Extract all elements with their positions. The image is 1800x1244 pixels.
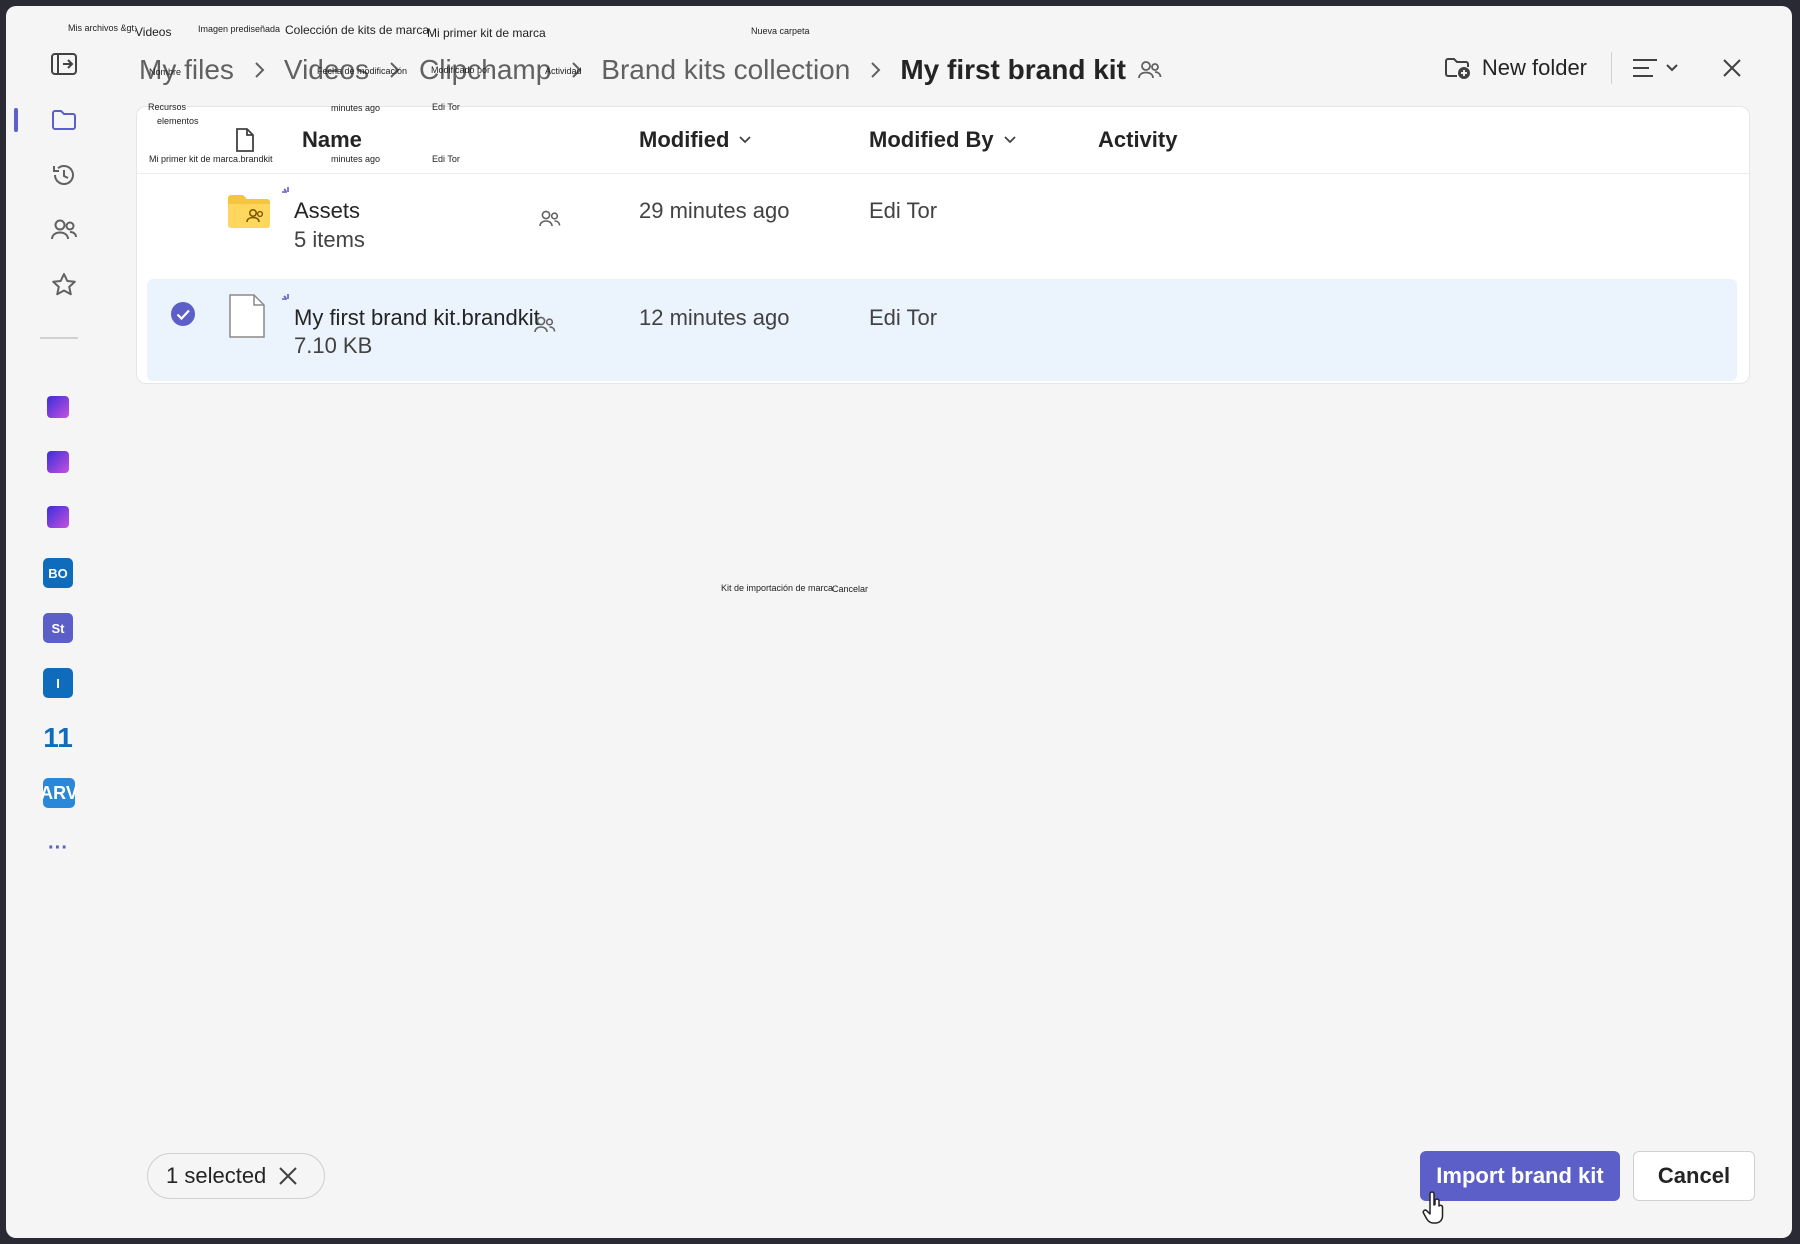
left-rail: BO St I 11 ARV ···	[6, 6, 110, 1238]
overlay-label: Videos	[135, 25, 172, 39]
column-header-label: Modified By	[869, 127, 994, 152]
shared-icon[interactable]	[40, 208, 88, 252]
chevron-down-icon	[1666, 64, 1678, 72]
new-folder-button[interactable]: New folder	[1434, 48, 1597, 88]
row-subtitle: 5 items	[294, 227, 365, 252]
close-button[interactable]	[1712, 48, 1752, 88]
app-tile-label: ARV	[40, 782, 78, 803]
column-header-activity: Activity	[1098, 107, 1177, 173]
overlay-label: Cancelar	[832, 584, 869, 594]
column-header-modified[interactable]: Modified	[639, 107, 752, 173]
chevron-down-icon	[1004, 136, 1016, 144]
table-row[interactable]: Assets 5 items 29 minutes ago Edi Tor	[147, 175, 1737, 277]
overlay-label: Edi Tor	[432, 102, 460, 112]
new-folder-label: New folder	[1481, 55, 1587, 80]
column-header-label: Modified	[639, 127, 730, 152]
overlay-label: Mi primer kit de marca.brandkit	[149, 154, 273, 164]
breadcrumb: My files Videos Clipchamp Brand kits col…	[133, 48, 1162, 92]
clipchamp-app-icon[interactable]	[47, 396, 69, 418]
favorites-star-icon[interactable]	[40, 263, 88, 307]
clipchamp-app-icon[interactable]	[47, 451, 69, 473]
active-indicator	[14, 108, 18, 132]
hand-pointer-icon	[1422, 1191, 1446, 1230]
overlay-label: minutes ago	[331, 103, 381, 113]
column-header-modified-by[interactable]: Modified By	[869, 107, 1016, 173]
row-name[interactable]: My first brand kit.brandkit	[294, 305, 540, 331]
app-tile-label: BO	[48, 565, 68, 581]
overlay-label: Nombre	[149, 67, 182, 77]
more-apps-button[interactable]: ···	[43, 833, 73, 863]
clipchamp-app-icon[interactable]	[47, 506, 69, 528]
row-modified: 12 minutes ago	[639, 305, 790, 330]
chevron-down-icon	[739, 136, 752, 144]
overlay-label: Fecha de modificación	[317, 66, 408, 76]
app-tile-label: St	[51, 620, 65, 636]
app-tile-arv[interactable]: ARV	[40, 778, 78, 808]
overlay-label: Nueva carpeta	[751, 26, 810, 36]
row-modified-by: Edi Tor	[869, 305, 938, 330]
view-options-button[interactable]	[1626, 48, 1684, 88]
breadcrumb-current: My first brand kit	[900, 54, 1126, 85]
app-tile-label: 11	[43, 722, 73, 753]
selection-pill[interactable]: 1 selected	[147, 1153, 325, 1199]
overlay-label: Edi Tor	[432, 154, 460, 164]
file-icon	[228, 293, 266, 344]
import-brand-kit-button[interactable]: Import brand kit	[1420, 1151, 1620, 1201]
row-modified: 29 minutes ago	[639, 198, 790, 223]
row-name[interactable]: Assets	[294, 198, 360, 224]
chevron-right-icon	[246, 57, 272, 83]
row-subtitle: 7.10 KB	[294, 333, 373, 358]
add-folder-icon	[1444, 56, 1472, 80]
column-header-label: Activity	[1098, 127, 1178, 152]
recent-icon[interactable]	[40, 153, 88, 197]
new-item-sparkle-icon	[281, 293, 295, 312]
overlay-label: Mis archivos &gt;	[68, 23, 137, 33]
new-item-sparkle-icon	[281, 186, 295, 205]
file-picker-dialog: BO St I 11 ARV ··· Mis archivos &gt; Vid…	[6, 6, 1792, 1238]
clear-selection-icon[interactable]	[278, 1166, 298, 1186]
column-header-label: Name	[302, 127, 362, 152]
shared-people-icon	[1138, 59, 1162, 81]
overlay-label: Modificado por	[431, 65, 491, 75]
table-row[interactable]: My first brand kit.brandkit 7.10 KB 12 m…	[147, 279, 1737, 381]
my-files-icon[interactable]	[40, 98, 88, 142]
toolbar-divider	[1611, 52, 1612, 84]
checkmark-circle-icon[interactable]	[170, 301, 196, 332]
overlay-label: Kit de importación de marca	[721, 583, 834, 593]
app-tile-label: I	[56, 675, 60, 691]
selected-count: 1 selected	[166, 1163, 267, 1188]
overlay-label: minutes ago	[331, 154, 381, 164]
chevron-right-icon	[862, 57, 888, 83]
overlay-label: Mi primer kit de marca	[427, 26, 546, 40]
overlay-label: elementos	[157, 116, 199, 126]
file-list: Name Modified Modified By Activity Asset…	[136, 106, 1750, 384]
shared-people-icon	[534, 315, 556, 340]
rail-divider	[40, 337, 78, 339]
toolbar: New folder	[1434, 46, 1752, 90]
app-tile-11[interactable]: 11	[43, 722, 73, 753]
cancel-button[interactable]: Cancel	[1633, 1151, 1755, 1201]
app-tile-i[interactable]: I	[43, 668, 73, 698]
overlay-label: Colección de kits de marca	[285, 23, 430, 37]
collapse-pane-icon[interactable]	[40, 42, 88, 86]
app-tile-st[interactable]: St	[43, 613, 73, 643]
overlay-label: Actividad	[545, 66, 582, 76]
overlay-label: Imagen prediseñada	[198, 24, 281, 34]
overlay-label: Recursos	[148, 102, 187, 112]
breadcrumb-brand-kits-collection[interactable]: Brand kits collection	[595, 54, 856, 86]
shared-people-icon	[539, 209, 561, 234]
app-tile-bo[interactable]: BO	[43, 558, 73, 588]
list-view-icon	[1632, 58, 1658, 78]
close-icon	[1722, 58, 1742, 78]
more-label: ···	[48, 836, 68, 859]
row-modified-by: Edi Tor	[869, 198, 938, 223]
shared-folder-icon	[227, 193, 271, 234]
